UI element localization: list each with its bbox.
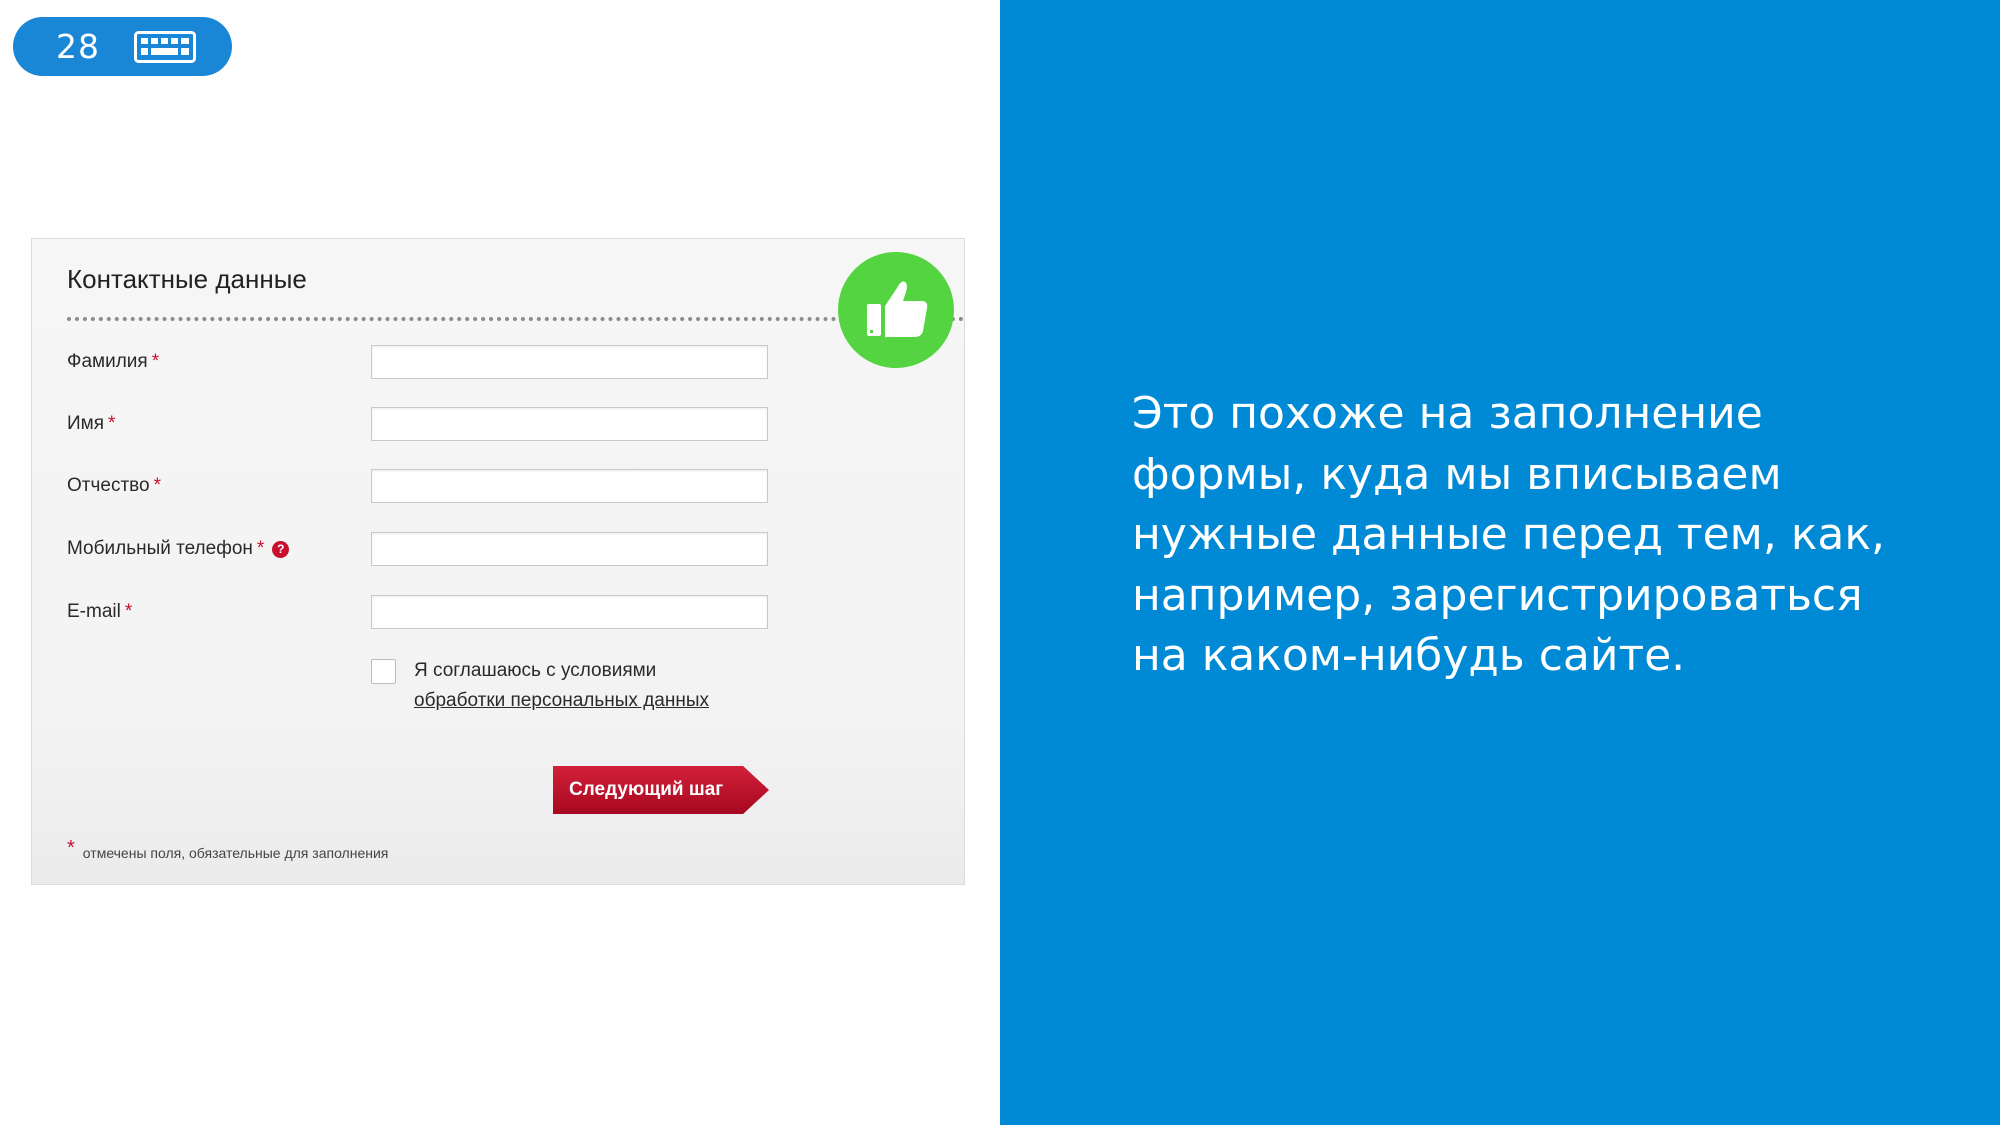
required-mark: * <box>108 413 116 434</box>
field-mobile-phone: Мобильный телефон *? <box>32 532 966 568</box>
explanation-line: нужные данные перед тем, как, <box>1132 509 1885 560</box>
email-label: E-mail <box>67 601 121 622</box>
field-surname: Фамилия * <box>32 345 966 381</box>
explanation-panel: Это похоже на заполнение формы, куда мы … <box>1000 0 2000 1125</box>
required-mark: * <box>153 475 162 496</box>
surname-input[interactable] <box>371 345 768 379</box>
explanation-line: формы, куда мы вписываем <box>1132 448 1782 500</box>
field-email: E-mail * <box>32 595 966 631</box>
slide-number-badge: 28 <box>13 17 232 76</box>
email-input[interactable] <box>371 595 768 629</box>
mobile-phone-label: Мобильный телефон <box>67 538 253 559</box>
footnote-text: отмечены поля, обязательные для заполнен… <box>82 845 389 861</box>
consent-text: Я соглашаюсь с условиями <box>414 660 657 681</box>
thumbs-up-icon <box>867 281 928 337</box>
personal-data-link[interactable]: обработки персональных данных <box>414 690 709 712</box>
form-title: Контактные данные <box>67 264 307 294</box>
help-icon[interactable]: ? <box>272 541 290 558</box>
keyboard-icon <box>134 30 196 63</box>
explanation-line: например, зарегистрироваться <box>1132 569 1863 621</box>
dotted-divider <box>67 317 964 321</box>
patronymic-input[interactable] <box>371 469 768 503</box>
name-input[interactable] <box>371 407 768 441</box>
name-label: Имя <box>67 413 105 434</box>
contact-form: Контактные данные Фамилия * Имя * Отчество… <box>31 238 965 885</box>
surname-label: Фамилия <box>67 351 148 372</box>
explanation-text: Это похоже на заполнение формы, куда мы … <box>1132 384 1932 687</box>
required-mark: * <box>67 837 75 859</box>
mobile-phone-input[interactable] <box>371 532 768 566</box>
explanation-line: на каком-нибудь сайте. <box>1132 630 1686 681</box>
slide-number: 28 <box>56 27 100 66</box>
field-patronymic: Отчество * <box>32 469 966 505</box>
next-step-button[interactable]: Следующий шаг <box>553 766 769 814</box>
explanation-line: Это похоже на заполнение <box>1132 388 1763 439</box>
required-footnote: * отмечены поля, обязательные для заполне… <box>67 837 388 861</box>
required-mark: * <box>124 601 133 622</box>
required-mark: * <box>151 351 160 372</box>
consent-checkbox[interactable] <box>371 659 396 684</box>
required-mark: * <box>256 538 265 559</box>
field-name: Имя * <box>32 407 966 443</box>
patronymic-label: Отчество <box>67 475 150 496</box>
